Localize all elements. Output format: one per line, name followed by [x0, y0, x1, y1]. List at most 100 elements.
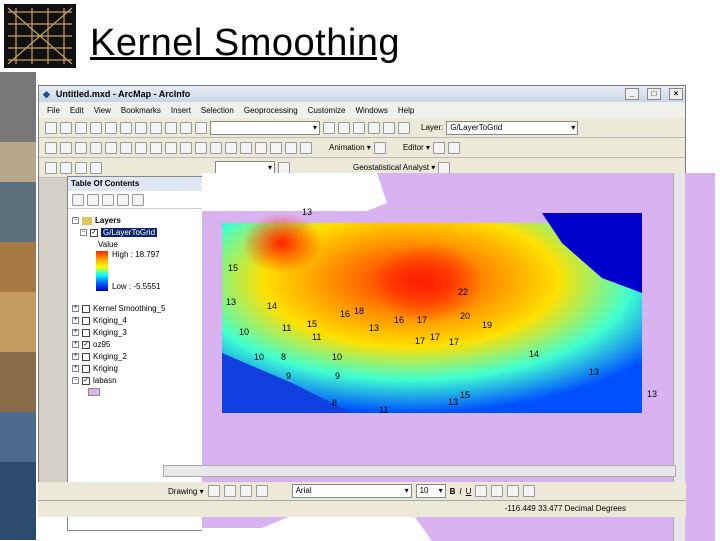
fixed-zoom-out-icon[interactable] — [120, 141, 132, 154]
new-icon[interactable] — [45, 121, 57, 134]
hyperlink-icon[interactable] — [225, 141, 237, 154]
cut-icon[interactable] — [105, 121, 117, 134]
toc-icon[interactable] — [338, 121, 350, 134]
layer-combo[interactable]: G/LayerToGrid — [446, 120, 579, 135]
menu-insert[interactable]: Insert — [171, 106, 191, 115]
drawing-menu[interactable]: Drawing ▾ — [168, 487, 204, 496]
collapse-icon[interactable]: − — [72, 217, 79, 224]
find-icon[interactable] — [270, 141, 282, 154]
menu-bookmarks[interactable]: Bookmarks — [121, 106, 161, 115]
bold-button[interactable]: B — [450, 487, 456, 496]
animation-icon[interactable] — [373, 141, 386, 154]
toc-layer-row[interactable]: + ✓ oz95 — [68, 339, 110, 350]
layer-checkbox[interactable] — [82, 328, 90, 337]
zoom-out-icon[interactable] — [60, 141, 72, 154]
redo-icon[interactable] — [180, 121, 192, 134]
copy-icon[interactable] — [120, 121, 132, 134]
layer-name[interactable]: Kriging_4 — [93, 316, 127, 325]
list-by-visibility-icon[interactable] — [102, 193, 114, 206]
edit-tool-icon[interactable] — [432, 141, 445, 154]
select-features-icon[interactable] — [165, 141, 177, 154]
open-icon[interactable] — [60, 121, 72, 134]
menu-edit[interactable]: Edit — [70, 106, 84, 115]
time-slider-icon[interactable] — [300, 141, 312, 154]
marker-color-icon[interactable] — [523, 485, 536, 497]
menu-customize[interactable]: Customize — [308, 106, 346, 115]
full-extent-icon[interactable] — [90, 141, 102, 154]
font-size-combo[interactable]: 10 — [415, 484, 446, 498]
geostatistical-analyst-menu[interactable]: Geostatistical Analyst ▾ — [353, 163, 435, 172]
go-to-xy-icon[interactable] — [285, 141, 297, 154]
layer-checkbox[interactable]: ✓ — [82, 340, 90, 349]
list-by-source-icon[interactable] — [87, 193, 99, 206]
horizontal-scrollbar[interactable] — [163, 465, 676, 477]
font-combo[interactable]: Arial — [291, 484, 412, 498]
collapse-icon[interactable]: − — [80, 229, 87, 236]
expand-icon[interactable]: + — [72, 305, 79, 312]
catalog-icon[interactable] — [353, 121, 365, 134]
underline-button[interactable]: U — [466, 487, 472, 496]
toc-layer-row[interactable]: − ✓ labasn — [68, 375, 117, 386]
save-icon[interactable] — [75, 121, 87, 134]
layer-checkbox[interactable] — [82, 316, 90, 325]
rectangle-icon[interactable] — [239, 485, 252, 497]
layer-checkbox[interactable] — [82, 352, 90, 361]
animation-menu[interactable]: Animation ▾ — [329, 143, 371, 152]
layout-zoom-out-icon[interactable] — [60, 161, 72, 174]
toc-active-layer[interactable]: − ✓ G/LayerToGrid — [76, 227, 158, 238]
layer-checkbox[interactable]: ✓ — [82, 376, 90, 385]
maximize-button[interactable]: □ — [647, 88, 661, 100]
menu-view[interactable]: View — [94, 106, 111, 115]
toc-options-icon[interactable] — [132, 193, 144, 206]
toc-layer-row[interactable]: + Kriging_2 — [68, 351, 127, 362]
close-button[interactable]: × — [669, 88, 683, 100]
italic-button[interactable]: I — [459, 487, 461, 496]
toc-layer-row[interactable]: + Kriging — [68, 363, 118, 374]
print-icon[interactable] — [90, 121, 102, 134]
zoom-whole-page-icon[interactable] — [90, 161, 102, 174]
line-color-icon[interactable] — [507, 485, 520, 497]
menu-selection[interactable]: Selection — [201, 106, 234, 115]
scale-combo[interactable] — [210, 120, 320, 135]
text-icon[interactable] — [255, 485, 268, 497]
back-icon[interactable] — [135, 141, 147, 154]
identify-icon[interactable] — [210, 141, 222, 154]
layer-name[interactable]: Kriging_3 — [93, 328, 127, 337]
select-elements-icon[interactable] — [207, 485, 220, 497]
layer-checkbox[interactable] — [82, 364, 90, 373]
clear-selection-icon[interactable] — [180, 141, 192, 154]
pan-icon[interactable] — [75, 141, 87, 154]
arctoolbox-icon[interactable] — [383, 121, 395, 134]
minimize-button[interactable]: _ — [625, 88, 639, 100]
layout-pan-icon[interactable] — [75, 161, 87, 174]
forward-icon[interactable] — [150, 141, 162, 154]
editor-menu[interactable]: Editor ▾ — [403, 143, 430, 152]
layer-name[interactable]: oz95 — [93, 340, 110, 349]
menu-file[interactable]: File — [47, 106, 60, 115]
collapse-icon[interactable]: − — [72, 377, 79, 384]
measure-icon[interactable] — [255, 141, 267, 154]
expand-icon[interactable]: + — [72, 317, 79, 324]
list-by-drawing-order-icon[interactable] — [72, 193, 84, 206]
select-elements-icon[interactable] — [195, 141, 207, 154]
add-data-icon[interactable] — [195, 121, 207, 134]
toc-layers-group[interactable]: − Layers — [68, 215, 121, 226]
menu-geoprocessing[interactable]: Geoprocessing — [244, 106, 298, 115]
geostat-wizard-icon[interactable] — [438, 161, 451, 174]
layer-checkbox[interactable]: ✓ — [90, 228, 98, 237]
menu-windows[interactable]: Windows — [355, 106, 387, 115]
menu-help[interactable]: Help — [398, 106, 414, 115]
toc-layer-row[interactable]: + Kriging_3 — [68, 327, 127, 338]
expand-icon[interactable]: + — [72, 341, 79, 348]
list-by-selection-icon[interactable] — [117, 193, 129, 206]
layer-name[interactable]: Kernel Smoothing_5 — [93, 304, 166, 313]
toc-layer-row[interactable]: + Kriging_4 — [68, 315, 127, 326]
fixed-zoom-in-icon[interactable] — [105, 141, 117, 154]
expand-icon[interactable]: + — [72, 329, 79, 336]
html-popup-icon[interactable] — [240, 141, 252, 154]
search-icon[interactable] — [368, 121, 380, 134]
sketch-icon[interactable] — [447, 141, 460, 154]
layer-name[interactable]: labasn — [93, 376, 117, 385]
fill-color-icon[interactable] — [491, 485, 504, 497]
editor-toolbar-icon[interactable] — [323, 121, 335, 134]
